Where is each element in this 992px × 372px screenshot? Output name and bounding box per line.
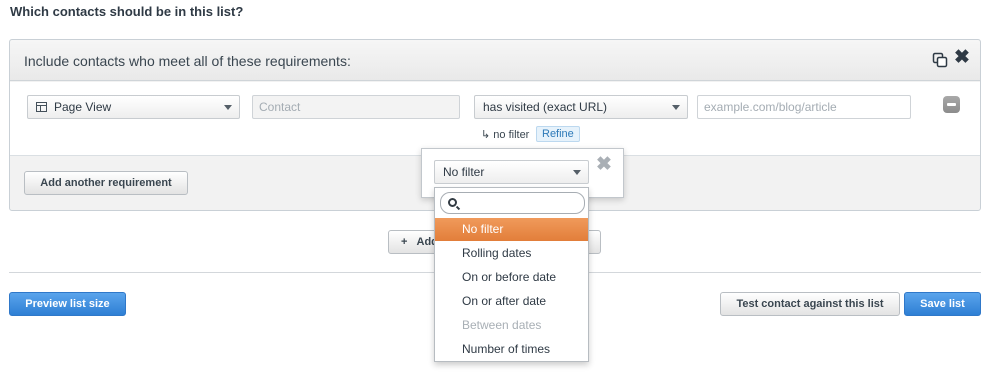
save-list-button[interactable]: Save list — [904, 292, 981, 316]
close-icon[interactable]: ✖ — [954, 48, 970, 67]
test-contact-button[interactable]: Test contact against this list — [720, 292, 900, 316]
url-input[interactable]: example.com/blog/article — [697, 95, 911, 119]
dropdown-option-rolling-dates[interactable]: Rolling dates — [435, 242, 588, 265]
type-select[interactable]: Page View — [27, 95, 240, 119]
condition-select[interactable]: has visited (exact URL) — [474, 95, 688, 119]
search-icon — [448, 198, 457, 207]
dropdown-option-on-or-before-date[interactable]: On or before date — [435, 266, 588, 289]
close-icon[interactable]: ✖ — [596, 155, 612, 174]
contact-field: Contact — [252, 95, 460, 119]
filter-select[interactable]: No filter — [434, 160, 589, 184]
dropdown-search-input[interactable] — [440, 192, 585, 214]
chevron-down-icon — [573, 170, 581, 175]
refine-button[interactable]: Refine — [536, 126, 580, 142]
chevron-down-icon — [224, 105, 232, 110]
dropdown-option-on-or-after-date[interactable]: On or after date — [435, 290, 588, 313]
filter-dropdown: No filter Rolling dates On or before dat… — [434, 187, 589, 362]
panel-title: Include contacts who meet all of these r… — [24, 53, 351, 69]
condition-select-value: has visited (exact URL) — [483, 100, 608, 114]
add-requirement-button[interactable]: Add another requirement — [24, 171, 188, 195]
filter-select-value: No filter — [443, 165, 485, 179]
plus-icon: + — [401, 236, 408, 248]
dropdown-option-between-dates: Between dates — [462, 318, 542, 332]
copy-icon[interactable] — [932, 52, 948, 68]
preview-list-size-button[interactable]: Preview list size — [9, 292, 126, 316]
chevron-down-icon — [672, 105, 680, 110]
panel-header: Include contacts who meet all of these r… — [10, 40, 980, 81]
remove-requirement-button[interactable] — [943, 96, 960, 113]
dropdown-option-number-of-times[interactable]: Number of times — [435, 338, 588, 361]
filter-status: ↳ no filter — [481, 129, 530, 141]
page-view-icon — [36, 102, 47, 112]
type-select-value: Page View — [54, 100, 112, 114]
section-heading: Which contacts should be in this list? — [10, 4, 244, 19]
dropdown-option-no-filter[interactable]: No filter — [435, 218, 588, 241]
requirement-row: Page View Contact has visited (exact URL… — [10, 82, 980, 156]
